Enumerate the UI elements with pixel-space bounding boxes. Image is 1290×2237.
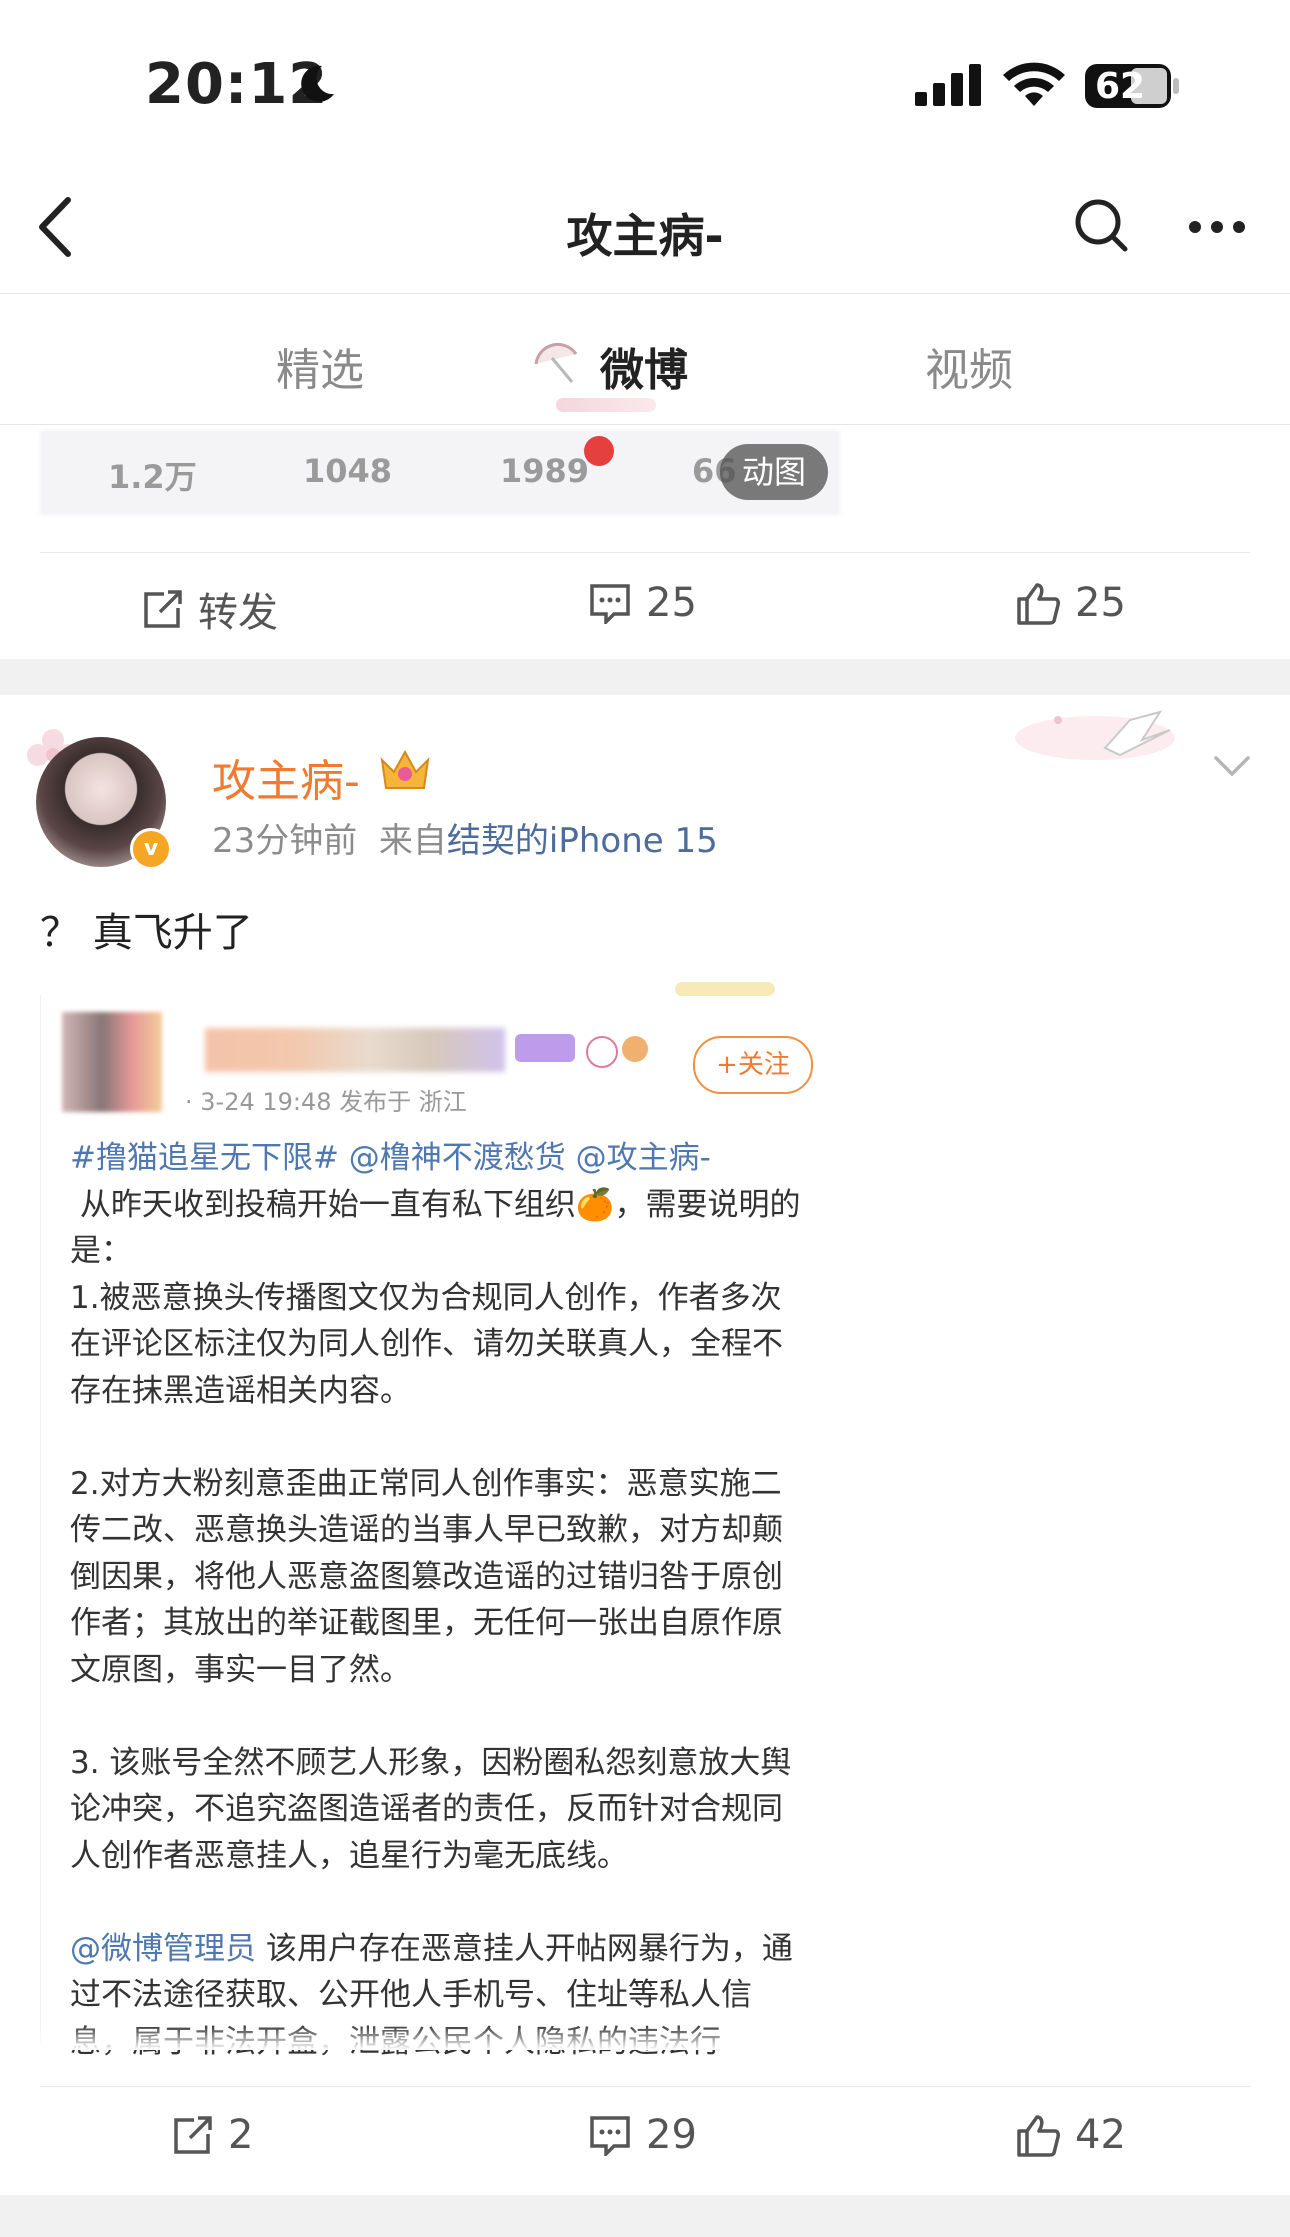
gif-badge: 动图 (720, 444, 828, 500)
card-separator (0, 2198, 1290, 2237)
screenshot-text: 2.对方大粉刻意歪曲正常同人创作事实：恶意实施二传二改、恶意换头造谣的当事人早已… (70, 1465, 783, 1688)
blurred-username (205, 1028, 505, 1072)
comment-button[interactable]: 29 (588, 2112, 697, 2158)
comment-count: 25 (646, 580, 697, 626)
screenshot-line (70, 1693, 810, 1740)
like-button[interactable]: 25 (1015, 580, 1126, 626)
moon-icon (301, 65, 334, 102)
red-dot (584, 436, 614, 466)
thumbs-up-icon (1017, 2115, 1060, 2157)
post-text: ？ 真飞升了 (40, 910, 253, 956)
wifi-icon (1003, 62, 1065, 106)
screenshot-line: 从昨天收到投稿开始一直有私下组织🍊，需要说明的是： (70, 1182, 810, 1275)
repost-icon (144, 590, 182, 628)
screenshot-text (70, 1698, 80, 1734)
screenshot-line: #撸猫追星无下限# @橹神不渡愁货 @攻主病- (70, 1135, 810, 1182)
badge-icon (622, 1036, 648, 1062)
blurred-stat: 1048 (303, 452, 393, 490)
like-count: 42 (1075, 2112, 1126, 2158)
battery-level: 62 (1095, 66, 1146, 107)
post-source[interactable]: 结契的iPhone 15 (447, 821, 718, 861)
repost-button[interactable]: 2 (170, 2112, 253, 2158)
battery-cap (1173, 78, 1179, 94)
screenshot-line: 3. 该账号全然不顾艺人形象，因粉圈私怨刻意放大舆论冲突，不追究盗图造谣者的责任… (70, 1740, 810, 1880)
paper-crane-decoration (1015, 710, 1175, 760)
post-time: 23分钟前 (212, 821, 358, 861)
thumbs-up-icon (1017, 583, 1060, 625)
screenshot-mention: #撸猫追星无下限# @橹神不渡愁货 @攻主病- (70, 1140, 711, 1176)
battery-icon: 62 (1085, 64, 1171, 108)
like-count: 25 (1075, 580, 1126, 626)
image-fade (40, 2025, 840, 2050)
tab-video[interactable]: 视频 (925, 334, 1013, 398)
screenshot-text: 从昨天收到投稿开始一直有私下组织🍊，需要说明的是： (70, 1186, 801, 1270)
screenshot-line (70, 1414, 810, 1461)
repost-button[interactable]: 转发 (140, 580, 278, 638)
repost-icon (174, 2116, 212, 2154)
badge-icon (515, 1034, 575, 1062)
search-icon[interactable] (1073, 197, 1129, 255)
comment-button[interactable]: 25 (588, 580, 697, 626)
comment-count: 29 (646, 2112, 697, 2158)
tab-weibo[interactable]: 微博 (600, 334, 688, 398)
verified-badge-icon: v (130, 828, 172, 870)
repost-count: 2 (228, 2112, 254, 2158)
tab-featured[interactable]: 精选 (276, 334, 364, 398)
author-name[interactable]: 攻主病- (212, 745, 360, 809)
screenshot-text: 3. 该账号全然不顾艺人形象，因粉圈私怨刻意放大舆论冲突，不追究盗图造谣者的责任… (70, 1744, 792, 1874)
divider (40, 552, 1250, 553)
chevron-down-icon[interactable] (1212, 752, 1252, 782)
post-meta: 23分钟前 来自结契的iPhone 15 (212, 813, 718, 862)
screenshot-line (70, 1879, 810, 1926)
screenshot-text (70, 1884, 80, 1920)
comment-icon (590, 584, 630, 624)
screenshot-meta: · 3-24 19:48 发布于 浙江 (185, 1088, 467, 1116)
screenshot-mention: @微博管理员 (70, 1930, 256, 1967)
screenshot-line: 1.被恶意换头传播图文仅为合规同人创作，作者多次在评论区标注仅为同人创作、请勿关… (70, 1275, 810, 1415)
screenshot-text: 1.被恶意换头传播图文仅为合规同人创作，作者多次在评论区标注仅为同人创作、请勿关… (70, 1279, 783, 1409)
blurred-avatar (62, 1012, 162, 1112)
signal-icon (915, 64, 981, 106)
screenshot-text (70, 1419, 80, 1455)
repost-label: 转发 (198, 590, 278, 636)
comment-icon (590, 2116, 630, 2156)
screenshot-body: #撸猫追星无下限# @橹神不渡愁货 @攻主病- 从昨天收到投稿开始一直有私下组织… (70, 1135, 810, 2065)
image-top-decoration (675, 982, 775, 996)
parasol-icon (534, 343, 578, 383)
like-button[interactable]: 42 (1015, 2112, 1126, 2158)
divider (40, 2086, 1250, 2087)
screenshot-line: 2.对方大粉刻意歪曲正常同人创作事实：恶意实施二传二改、恶意换头造谣的当事人早已… (70, 1461, 810, 1694)
more-icon[interactable] (1188, 220, 1246, 234)
crown-badge-icon (380, 749, 430, 789)
blurred-stat: 1.2万 (108, 458, 197, 496)
blurred-stat: 1989 (500, 452, 590, 490)
follow-button[interactable]: +关注 (693, 1036, 813, 1094)
tab-indicator (556, 398, 656, 412)
badge-icon (586, 1036, 618, 1068)
source-prefix: 来自 (378, 821, 447, 861)
